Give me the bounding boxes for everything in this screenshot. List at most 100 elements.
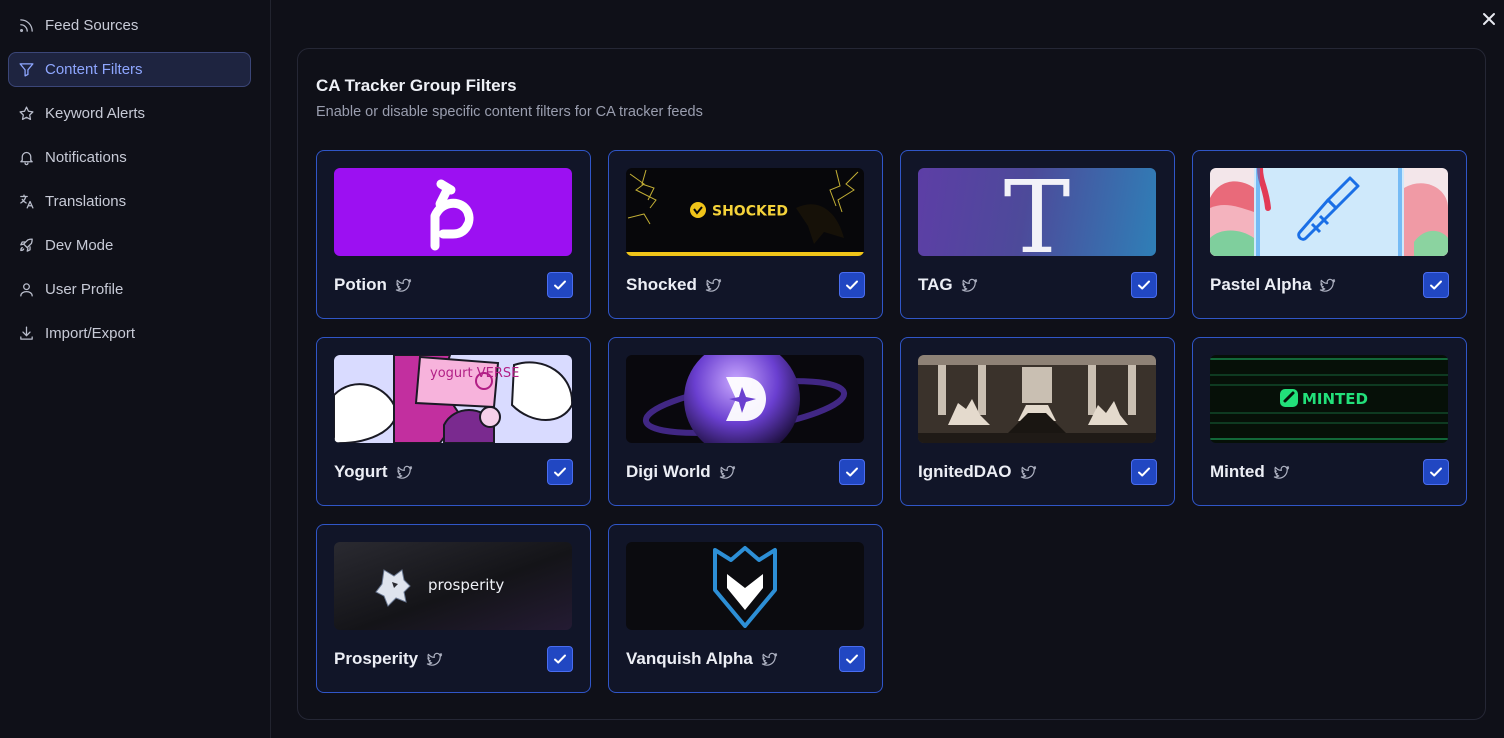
- twitter-icon[interactable]: [396, 464, 413, 481]
- card-footer: TAG: [918, 272, 1157, 298]
- twitter-icon[interactable]: [1273, 464, 1290, 481]
- card-footer: Pastel Alpha: [1210, 272, 1449, 298]
- group-banner-image: [918, 355, 1156, 443]
- sidebar-item-user-profile[interactable]: User Profile: [8, 272, 251, 307]
- group-name: Digi World: [626, 462, 711, 481]
- sidebar-item-label: User Profile: [45, 281, 124, 298]
- sidebar-item-feed-sources[interactable]: Feed Sources: [8, 8, 251, 43]
- sidebar-item-label: Import/Export: [45, 325, 136, 342]
- rss-icon: [17, 17, 35, 35]
- group-card-potion[interactable]: Potion: [316, 150, 591, 319]
- bell-icon: [17, 149, 35, 167]
- card-footer: Shocked: [626, 272, 865, 298]
- group-name: Pastel Alpha: [1210, 275, 1312, 294]
- close-button[interactable]: [1482, 12, 1498, 28]
- panel-subtitle: Enable or disable specific content filte…: [316, 104, 703, 120]
- sidebar-item-label: Content Filters: [45, 61, 143, 78]
- group-toggle-checkbox[interactable]: [547, 459, 573, 485]
- sidebar-item-keyword-alerts[interactable]: Keyword Alerts: [8, 96, 251, 131]
- twitter-icon[interactable]: [426, 651, 443, 668]
- group-card-igniteddao[interactable]: IgnitedDAO: [900, 337, 1175, 506]
- twitter-icon[interactable]: [1020, 464, 1037, 481]
- tag-logo-text: T: [1004, 168, 1071, 256]
- sidebar-item-label: Notifications: [45, 149, 127, 166]
- checkmark-icon: [554, 467, 566, 477]
- prosperity-banner-art: prosperity: [375, 569, 504, 607]
- checkmark-icon: [1430, 280, 1442, 290]
- group-banner-image: [1210, 168, 1448, 256]
- group-banner-image: [626, 542, 864, 630]
- card-footer: Yogurt: [334, 459, 573, 485]
- minted-banner-art: MINTED: [1210, 358, 1448, 440]
- twitter-icon[interactable]: [719, 464, 736, 481]
- ignited-banner-art: [918, 355, 1156, 443]
- group-card-minted[interactable]: MINTED Minted: [1192, 337, 1467, 506]
- sidebar-item-translations[interactable]: Translations: [8, 184, 251, 219]
- twitter-icon[interactable]: [961, 277, 978, 294]
- download-icon: [17, 325, 35, 343]
- settings-nav: Feed Sources Content Filters Keyword Ale…: [0, 0, 270, 351]
- group-toggle-checkbox[interactable]: [1131, 272, 1157, 298]
- group-toggle-checkbox[interactable]: [839, 646, 865, 672]
- checkmark-icon: [554, 280, 566, 290]
- sidebar-item-label: Translations: [45, 193, 127, 210]
- group-card-prosperity[interactable]: prosperity Prosperity: [316, 524, 591, 693]
- group-banner-image: T: [918, 168, 1156, 256]
- group-toggle-checkbox[interactable]: [547, 272, 573, 298]
- checkmark-icon: [846, 654, 858, 664]
- group-toggle-checkbox[interactable]: [547, 646, 573, 672]
- close-icon: [1483, 13, 1495, 25]
- group-name: Vanquish Alpha: [626, 649, 753, 668]
- yogurt-banner-art: yogurt VERSE: [334, 355, 572, 443]
- sidebar-item-label: Feed Sources: [45, 17, 139, 34]
- group-banner-image: yogurt VERSE: [334, 355, 572, 443]
- group-filters-panel: CA Tracker Group Filters Enable or disab…: [297, 48, 1486, 720]
- group-card-digi-world[interactable]: Digi World: [608, 337, 883, 506]
- sidebar-item-dev-mode[interactable]: Dev Mode: [8, 228, 251, 263]
- settings-sidebar: Feed Sources Content Filters Keyword Ale…: [0, 0, 271, 738]
- potion-logo-icon: [430, 179, 474, 251]
- twitter-icon[interactable]: [395, 277, 412, 294]
- checkmark-icon: [1138, 280, 1150, 290]
- sidebar-item-label: Keyword Alerts: [45, 105, 146, 122]
- sidebar-item-content-filters[interactable]: Content Filters: [8, 52, 251, 87]
- group-name: TAG: [918, 275, 953, 294]
- group-card-tag[interactable]: T TAG: [900, 150, 1175, 319]
- sidebar-item-notifications[interactable]: Notifications: [8, 140, 251, 175]
- user-icon: [17, 281, 35, 299]
- sidebar-item-import-export[interactable]: Import/Export: [8, 316, 251, 351]
- minted-logo-text: MINTED: [1302, 390, 1368, 408]
- group-toggle-checkbox[interactable]: [1423, 459, 1449, 485]
- group-name: IgnitedDAO: [918, 462, 1012, 481]
- group-card-shocked[interactable]: SHOCKED Shocked: [608, 150, 883, 319]
- group-banner-image: SHOCKED: [626, 168, 864, 256]
- yogurt-logo-text: yogurt VERSE: [430, 366, 519, 381]
- group-toggle-checkbox[interactable]: [839, 459, 865, 485]
- tag-banner-art: T: [1004, 168, 1071, 256]
- checkmark-icon: [1430, 467, 1442, 477]
- group-card-pastel-alpha[interactable]: Pastel Alpha: [1192, 150, 1467, 319]
- rocket-icon: [17, 237, 35, 255]
- group-toggle-checkbox[interactable]: [839, 272, 865, 298]
- twitter-icon[interactable]: [761, 651, 778, 668]
- twitter-icon[interactable]: [705, 277, 722, 294]
- group-toggle-checkbox[interactable]: [1131, 459, 1157, 485]
- checkmark-icon: [554, 654, 566, 664]
- shocked-banner-art: SHOCKED: [626, 169, 864, 256]
- filter-icon: [17, 61, 35, 79]
- group-banner-image: MINTED: [1210, 355, 1448, 443]
- card-footer: Minted: [1210, 459, 1449, 485]
- checkmark-icon: [846, 467, 858, 477]
- star-icon: [17, 105, 35, 123]
- prosperity-logo-text: prosperity: [428, 576, 504, 594]
- twitter-icon[interactable]: [1319, 277, 1336, 294]
- group-card-vanquish-alpha[interactable]: Vanquish Alpha: [608, 524, 883, 693]
- group-card-yogurt[interactable]: yogurt VERSE Yogurt: [316, 337, 591, 506]
- group-name: Prosperity: [334, 649, 419, 668]
- group-name: Shocked: [626, 275, 697, 294]
- group-toggle-checkbox[interactable]: [1423, 272, 1449, 298]
- card-footer: IgnitedDAO: [918, 459, 1157, 485]
- group-name: Potion: [334, 275, 387, 294]
- card-footer: Digi World: [626, 459, 865, 485]
- group-banner-image: [334, 168, 572, 256]
